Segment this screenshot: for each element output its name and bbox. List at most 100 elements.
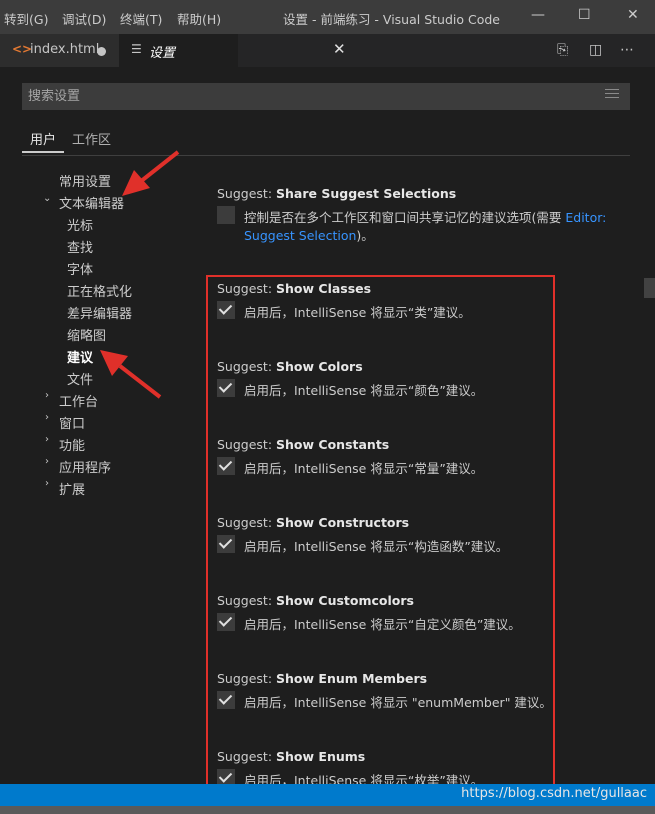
active-scope-indicator bbox=[22, 151, 64, 153]
show-constants-checkbox[interactable] bbox=[217, 457, 235, 475]
toc-find[interactable]: 查找 bbox=[67, 237, 93, 256]
toc-font[interactable]: 字体 bbox=[67, 259, 93, 278]
open-settings-json-icon[interactable]: ⎘ bbox=[557, 42, 568, 58]
setting-title-show-customcolors: Suggest: Show Customcolors bbox=[217, 593, 414, 608]
toc-files[interactable]: 文件 bbox=[67, 369, 93, 388]
filter-icon[interactable] bbox=[605, 89, 619, 101]
checkmark-icon bbox=[218, 535, 233, 549]
scrollbar-thumb[interactable] bbox=[644, 278, 655, 298]
toc-extensions[interactable]: 扩展 bbox=[59, 479, 85, 498]
toc-common-settings[interactable]: 常用设置 bbox=[59, 171, 111, 190]
setting-description: 控制是否在多个工作区和窗口间共享记忆的建议选项(需要 Editor: bbox=[244, 207, 606, 226]
menu-terminal[interactable]: 终端(T) bbox=[120, 9, 162, 28]
search-settings-input[interactable] bbox=[22, 83, 592, 110]
setting-description: 启用后，IntelliSense 将显示 "enumMember" 建议。 bbox=[244, 695, 552, 710]
close-window-button[interactable]: ✕ bbox=[627, 7, 639, 23]
description-text-end: )。 bbox=[356, 228, 374, 243]
settings-icon: ☰ bbox=[131, 42, 142, 56]
chevron-down-icon[interactable]: ⌄ bbox=[43, 193, 51, 204]
minimize-button[interactable]: — bbox=[531, 7, 545, 23]
setting-description: 启用后，IntelliSense 将显示“类”建议。 bbox=[244, 305, 471, 320]
tab-label: 设置 bbox=[149, 46, 176, 61]
chevron-right-icon[interactable]: › bbox=[45, 478, 49, 489]
setting-title-show-constructors: Suggest: Show Constructors bbox=[217, 515, 409, 530]
background-strip bbox=[0, 806, 655, 814]
toc-minimap[interactable]: 缩略图 bbox=[67, 325, 106, 344]
unsaved-dot-icon bbox=[97, 47, 106, 56]
toc-cursor[interactable]: 光标 bbox=[67, 215, 93, 234]
toc-application[interactable]: 应用程序 bbox=[59, 457, 111, 476]
checkmark-icon bbox=[218, 691, 233, 705]
title-bar: 转到(G) 调试(D) 终端(T) 帮助(H) 设置 - 前端练习 - Visu… bbox=[0, 0, 655, 34]
setting-description: 启用后，IntelliSense 将显示“构造函数”建议。 bbox=[244, 539, 509, 554]
menu-help[interactable]: 帮助(H) bbox=[177, 9, 221, 28]
toc-features[interactable]: 功能 bbox=[59, 435, 85, 454]
setting-name: Show Colors bbox=[276, 359, 363, 374]
setting-category: Suggest: bbox=[217, 186, 277, 201]
setting-description: 启用后，IntelliSense 将显示“常量”建议。 bbox=[244, 461, 484, 476]
status-bar: https://blog.csdn.net/gullaac bbox=[0, 784, 655, 806]
setting-name: Show Classes bbox=[276, 281, 372, 296]
setting-category: Suggest: bbox=[217, 593, 277, 608]
toc-formatting[interactable]: 正在格式化 bbox=[67, 281, 132, 300]
setting-name: Show Customcolors bbox=[276, 593, 414, 608]
arrow-to-suggestions bbox=[100, 350, 162, 399]
toc-window[interactable]: 窗口 bbox=[59, 413, 85, 432]
editor-tab-bar: <> index.html ☰ 设置 ✕ ⎘ ◫ ⋯ bbox=[0, 34, 655, 67]
setting-description: 启用后，IntelliSense 将显示“颜色”建议。 bbox=[244, 383, 484, 398]
setting-title-share-suggest-selections: Suggest: Share Suggest Selections bbox=[217, 186, 456, 201]
close-tab-icon[interactable]: ✕ bbox=[333, 40, 346, 58]
settings-search-box bbox=[22, 83, 630, 110]
setting-title-show-constants: Suggest: Show Constants bbox=[217, 437, 389, 452]
share-suggest-selections-checkbox[interactable] bbox=[217, 206, 235, 224]
chevron-right-icon[interactable]: › bbox=[45, 434, 49, 445]
checkmark-icon bbox=[218, 301, 233, 315]
tab-label: index.html bbox=[30, 42, 100, 57]
more-actions-icon[interactable]: ⋯ bbox=[620, 42, 634, 58]
setting-category: Suggest: bbox=[217, 437, 277, 452]
setting-title-show-enum-members: Suggest: Show Enum Members bbox=[217, 671, 427, 686]
show-customcolors-checkbox[interactable] bbox=[217, 613, 235, 631]
setting-title-show-colors: Suggest: Show Colors bbox=[217, 359, 363, 374]
setting-category: Suggest: bbox=[217, 515, 277, 530]
tab-index-html[interactable]: <> index.html bbox=[0, 34, 119, 67]
chevron-right-icon[interactable]: › bbox=[45, 390, 49, 401]
watermark-text: https://blog.csdn.net/gullaac bbox=[461, 786, 647, 801]
setting-name: Show Enum Members bbox=[276, 671, 428, 686]
show-classes-checkbox[interactable] bbox=[217, 301, 235, 319]
highlight-annotation-box bbox=[206, 275, 555, 788]
checkmark-icon bbox=[218, 457, 233, 471]
show-enum-members-checkbox[interactable] bbox=[217, 691, 235, 709]
menu-debug[interactable]: 调试(D) bbox=[62, 9, 106, 28]
menu-goto[interactable]: 转到(G) bbox=[4, 9, 48, 28]
split-editor-icon[interactable]: ◫ bbox=[589, 42, 602, 58]
checkmark-icon bbox=[218, 613, 233, 627]
show-colors-checkbox[interactable] bbox=[217, 379, 235, 397]
divider bbox=[22, 155, 630, 156]
tab-workspace-scope[interactable]: 工作区 bbox=[72, 129, 111, 148]
checkmark-icon bbox=[218, 769, 233, 783]
setting-name: Share Suggest Selections bbox=[276, 186, 457, 201]
tab-settings[interactable]: ☰ 设置 ✕ bbox=[119, 34, 346, 67]
toc-workbench[interactable]: 工作台 bbox=[59, 391, 98, 410]
setting-description: 启用后，IntelliSense 将显示“自定义颜色”建议。 bbox=[244, 617, 521, 632]
setting-title-show-enums: Suggest: Show Enums bbox=[217, 749, 365, 764]
toc-text-editor[interactable]: 文本编辑器 bbox=[59, 193, 124, 212]
toc-suggestions[interactable]: 建议 bbox=[67, 347, 93, 366]
setting-category: Suggest: bbox=[217, 671, 277, 686]
setting-name: Show Enums bbox=[276, 749, 366, 764]
editor-setting-link[interactable]: Editor: bbox=[565, 210, 606, 225]
chevron-right-icon[interactable]: › bbox=[45, 412, 49, 423]
arrow-to-text-editor bbox=[122, 150, 180, 196]
setting-name: Show Constructors bbox=[276, 515, 410, 530]
show-constructors-checkbox[interactable] bbox=[217, 535, 235, 553]
suggest-selection-link[interactable]: Suggest Selection bbox=[244, 228, 356, 243]
tab-user-scope[interactable]: 用户 bbox=[30, 129, 56, 148]
toc-diff-editor[interactable]: 差异编辑器 bbox=[67, 303, 132, 322]
setting-category: Suggest: bbox=[217, 359, 277, 374]
setting-category: Suggest: bbox=[217, 281, 277, 296]
chevron-right-icon[interactable]: › bbox=[45, 456, 49, 467]
maximize-button[interactable]: ☐ bbox=[578, 7, 591, 23]
setting-description-cont: Suggest Selection)。 bbox=[244, 225, 374, 244]
window-title: 设置 - 前端练习 - Visual Studio Code bbox=[283, 12, 500, 27]
